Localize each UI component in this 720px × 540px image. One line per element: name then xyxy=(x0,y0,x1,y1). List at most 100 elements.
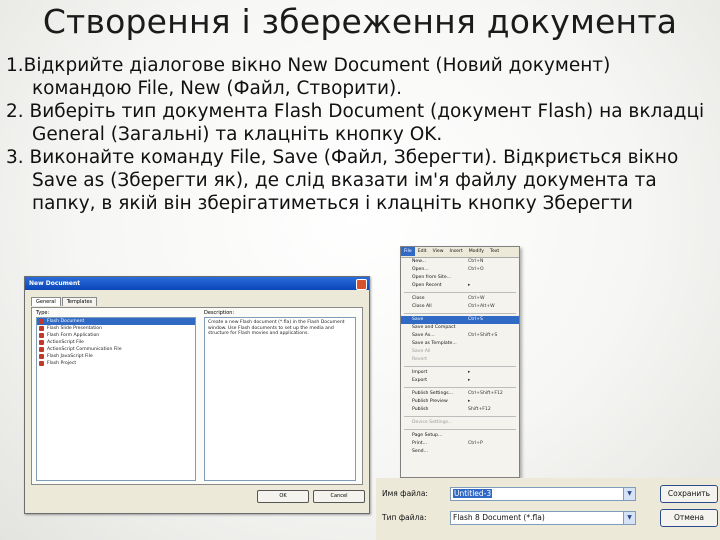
document-icon xyxy=(39,333,44,338)
menu-item-label: Open from Site... xyxy=(412,275,452,280)
menu-item-label: Revert xyxy=(412,357,428,362)
file-menu-item[interactable]: Publish Preview ▸ xyxy=(401,398,519,406)
menubar-item[interactable]: Edit xyxy=(415,247,430,256)
menu-item-shortcut: Ctrl+N xyxy=(468,259,484,264)
menu-item-label: Page Setup... xyxy=(412,433,443,438)
document-type-item[interactable]: Flash Project xyxy=(37,360,195,367)
tab-templates[interactable]: Templates xyxy=(61,297,98,306)
document-icon xyxy=(39,354,44,359)
menu-item-label: Save and Compact xyxy=(412,325,456,330)
file-menu-item[interactable]: Send... xyxy=(401,448,519,456)
file-menu-item[interactable]: Import ▸ xyxy=(401,369,519,377)
file-menu: File Edit View Insert Modify Text New... Ctrl+… xyxy=(400,246,520,478)
menu-item-label: Publish Settings... xyxy=(412,391,454,396)
file-menu-item[interactable]: Open... Ctrl+O xyxy=(401,266,519,274)
document-type-list[interactable]: Flash Document Flash Slide Presentation Fl… xyxy=(36,317,196,481)
document-type-item[interactable]: ActionScript Communication File xyxy=(37,346,195,353)
file-menu-item[interactable]: Revert xyxy=(401,356,519,364)
tab-general[interactable]: General xyxy=(31,297,61,306)
file-menu-item[interactable]: Open from Site... xyxy=(401,274,519,282)
menu-item-label: Close All xyxy=(412,304,432,309)
menu-item-label: Open Recent xyxy=(412,283,442,288)
file-menu-item[interactable]: Export ▸ xyxy=(401,377,519,385)
ok-button[interactable]: OK xyxy=(257,490,309,503)
type-label: Type: xyxy=(36,310,50,316)
file-menu-item[interactable]: Save Ctrl+S xyxy=(401,316,519,324)
document-icon xyxy=(39,340,44,345)
file-menu-item[interactable]: Close All Ctrl+Alt+W xyxy=(401,303,519,311)
filename-input[interactable]: Untitled-3 ▼ xyxy=(450,487,636,501)
menu-item-label: Save xyxy=(412,317,424,322)
file-menu-item[interactable]: Publish Shift+F12 xyxy=(401,406,519,414)
menubar-item[interactable]: View xyxy=(430,247,447,256)
document-type-label: Flash Slide Presentation xyxy=(47,326,103,331)
menu-item-shortcut: ▸ xyxy=(468,283,471,288)
filetype-value: Flash 8 Document (*.fla) xyxy=(453,513,545,522)
document-type-label: Flash Project xyxy=(47,361,77,366)
description-text: Create a new Flash document (*.fla) in t… xyxy=(208,320,345,337)
menu-item-label: Open... xyxy=(412,267,429,272)
chevron-down-icon[interactable]: ▼ xyxy=(623,512,635,524)
document-type-item[interactable]: Flash Slide Presentation xyxy=(37,325,195,332)
filetype-select[interactable]: Flash 8 Document (*.fla) ▼ xyxy=(450,511,636,525)
filename-value: Untitled-3 xyxy=(453,489,493,498)
menu-item-shortcut: ▸ xyxy=(468,399,471,404)
menu-item-shortcut: ▸ xyxy=(468,370,471,375)
menu-item-label: Save As... xyxy=(412,333,435,338)
menu-separator xyxy=(404,429,516,430)
file-menu-item[interactable]: Page Setup... xyxy=(401,432,519,440)
document-type-item[interactable]: Flash Form Application xyxy=(37,332,195,339)
document-type-item[interactable]: Flash Document xyxy=(37,318,195,325)
filename-label: Имя файла: xyxy=(382,489,428,498)
file-menu-item[interactable]: Device Settings... xyxy=(401,419,519,427)
menu-item-shortcut: Ctrl+W xyxy=(468,296,485,301)
file-menu-item[interactable]: Save and Compact xyxy=(401,324,519,332)
document-icon xyxy=(39,347,44,352)
file-menu-item[interactable]: Publish Settings... Ctrl+Shift+F12 xyxy=(401,390,519,398)
file-menu-item[interactable]: Save as Template... xyxy=(401,340,519,348)
document-type-item[interactable]: Flash JavaScript File xyxy=(37,353,195,360)
step-3: 3. Виконайте команду File, Save (Файл, З… xyxy=(6,147,679,214)
menu-item-label: Save All xyxy=(412,349,431,354)
save-button[interactable]: Сохранить xyxy=(660,485,718,503)
close-icon[interactable] xyxy=(356,279,367,290)
document-type-label: Flash Document xyxy=(47,319,85,324)
file-menu-item[interactable]: Close Ctrl+W xyxy=(401,295,519,303)
menu-separator xyxy=(404,366,516,367)
cancel-save-button[interactable]: Отмена xyxy=(660,509,718,527)
menu-item-shortcut: Ctrl+S xyxy=(468,317,483,322)
file-menu-item[interactable]: Open Recent ▸ xyxy=(401,282,519,290)
file-menu-item[interactable]: New... Ctrl+N xyxy=(401,258,519,266)
menu-item-shortcut: Ctrl+Alt+W xyxy=(468,304,495,309)
file-menu-item[interactable]: Save All xyxy=(401,348,519,356)
document-icon xyxy=(39,326,44,331)
menu-item-shortcut: Ctrl+Shift+F12 xyxy=(468,391,503,396)
chevron-down-icon[interactable]: ▼ xyxy=(623,488,635,500)
menu-item-shortcut: Ctrl+Shift+S xyxy=(468,333,498,338)
menubar-item[interactable]: Text xyxy=(487,247,502,256)
menu-separator xyxy=(404,292,516,293)
menubar-item[interactable]: Insert xyxy=(447,247,466,256)
menu-bar: File Edit View Insert Modify Text xyxy=(401,247,519,258)
cancel-button[interactable]: Cancel xyxy=(313,490,365,503)
menubar-item[interactable]: File xyxy=(401,247,415,256)
menu-item-label: Publish Preview xyxy=(412,399,448,404)
steps-list: 1.Відкрийте діалогове вікно New Document… xyxy=(6,54,712,215)
menu-item-label: Close xyxy=(412,296,425,301)
document-icon xyxy=(39,319,44,324)
menu-item-shortcut: ▸ xyxy=(468,378,471,383)
step-2: 2. Виберіть тип документа Flash Document… xyxy=(6,101,705,145)
menubar-item[interactable]: Modify xyxy=(466,247,487,256)
file-menu-items: New... Ctrl+N Open... Ctrl+O Open from Site.… xyxy=(401,258,519,456)
menu-separator xyxy=(404,387,516,388)
dialog-title: New Document xyxy=(25,277,369,290)
menu-item-shortcut: Shift+F12 xyxy=(468,407,491,412)
menu-item-label: New... xyxy=(412,259,426,264)
document-type-label: Flash Form Application xyxy=(47,333,100,338)
document-type-item[interactable]: ActionScript File xyxy=(37,339,195,346)
menu-item-shortcut: Ctrl+P xyxy=(468,441,483,446)
menu-item-label: Publish xyxy=(412,407,429,412)
file-menu-item[interactable]: Print... Ctrl+P xyxy=(401,440,519,448)
dialog-tabs: General Templates xyxy=(31,297,98,307)
file-menu-item[interactable]: Save As... Ctrl+Shift+S xyxy=(401,332,519,340)
